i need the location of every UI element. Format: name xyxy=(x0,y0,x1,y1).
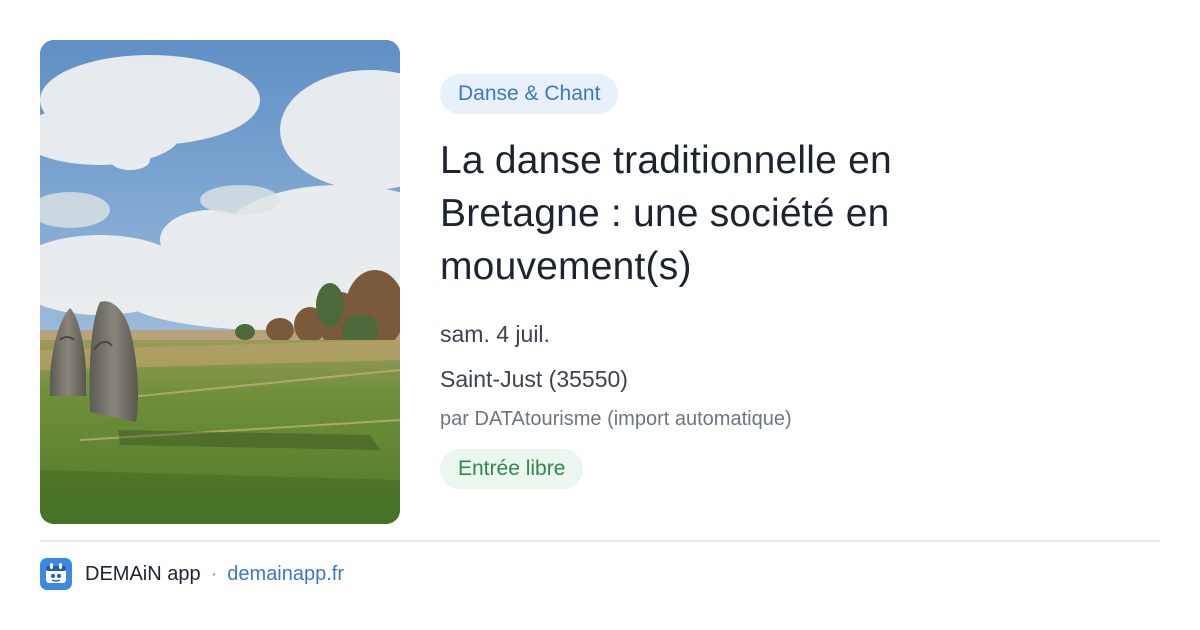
app-url-link[interactable]: demainapp.fr xyxy=(227,563,344,586)
event-source: par DATAtourisme (import automatique) xyxy=(440,408,792,430)
event-date: sam. 4 juil. xyxy=(440,321,550,347)
footer: DEMAiN app · demainapp.fr xyxy=(40,558,344,590)
demain-app-icon[interactable] xyxy=(40,558,72,590)
price-badge: Entrée libre xyxy=(440,449,584,489)
app-name: DEMAiN app xyxy=(85,562,201,585)
event-card[interactable]: Danse & Chant La danse traditionnelle en… xyxy=(0,0,1200,630)
event-info: Danse & Chant La danse traditionnelle en… xyxy=(440,74,1160,489)
event-photo xyxy=(40,40,400,524)
category-badge[interactable]: Danse & Chant xyxy=(440,74,619,114)
divider xyxy=(40,540,1160,542)
footer-separator: · xyxy=(210,562,218,585)
event-title[interactable]: La danse traditionnelle en Bretagne : un… xyxy=(440,134,1000,293)
event-location: Saint-Just (35550) xyxy=(440,366,628,392)
